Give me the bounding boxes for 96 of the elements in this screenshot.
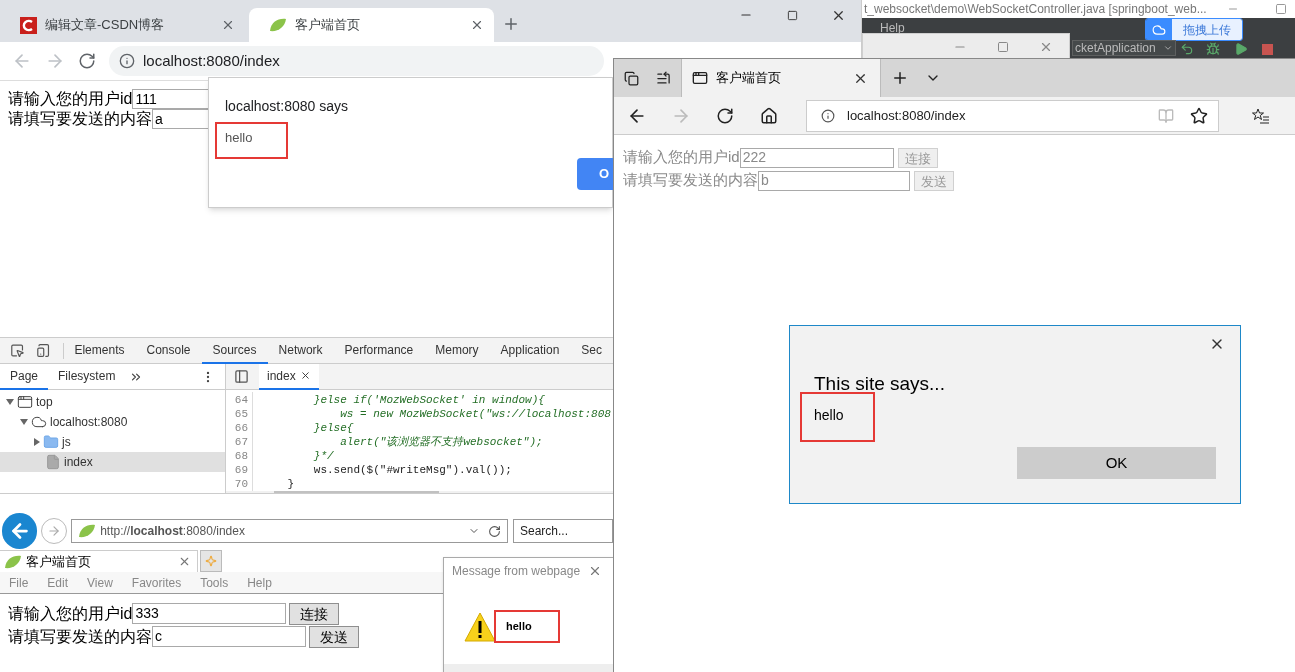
- favorite-icon[interactable]: [1190, 106, 1208, 125]
- warning-icon: [464, 611, 496, 642]
- run-config-dropdown[interactable]: cketApplication: [1072, 40, 1176, 56]
- close-icon[interactable]: [299, 370, 311, 381]
- navigator-tab[interactable]: Filesystem: [48, 363, 126, 390]
- devtools-tab[interactable]: Elements: [63, 338, 136, 364]
- home-icon[interactable]: [760, 106, 778, 125]
- bug-icon[interactable]: [1206, 42, 1220, 56]
- leaf-icon: [269, 18, 287, 32]
- devtools-tab[interactable]: Network: [267, 338, 334, 364]
- alert-message: hello: [494, 610, 560, 643]
- code-line: alert("该浏览器不支持websocket");: [339, 434, 543, 450]
- alert-message: hello: [800, 392, 875, 442]
- code-line: }: [286, 476, 294, 492]
- forward-icon: [47, 524, 62, 538]
- alert-message: hello: [215, 122, 288, 159]
- info-icon: [119, 53, 135, 69]
- close-icon[interactable]: [470, 18, 484, 32]
- file-icon: [45, 454, 61, 470]
- field-label: 请填写要发送的内容: [8, 626, 152, 647]
- field-label: 请填写要发送的内容: [623, 170, 758, 191]
- back-button[interactable]: [2, 513, 38, 549]
- upload-button[interactable]: 拖拽上传: [1145, 18, 1243, 41]
- address-bar[interactable]: localhost:8080/index: [806, 99, 1219, 132]
- code-line: }else{: [312, 420, 354, 436]
- tabs-aside-icon[interactable]: [624, 70, 639, 86]
- line-number: 64: [226, 391, 253, 409]
- ok-button[interactable]: O: [577, 158, 614, 190]
- refresh-icon[interactable]: [716, 106, 734, 125]
- devtools-tab[interactable]: Sec: [570, 338, 613, 364]
- code-line: ws.send($("#writeMsg").val());: [312, 462, 512, 478]
- run-icon[interactable]: [1234, 42, 1248, 56]
- leaf-icon: [4, 554, 22, 569]
- refresh-icon[interactable]: [488, 524, 501, 538]
- folder-icon: [43, 434, 59, 450]
- tree-item[interactable]: localhost:8080: [0, 412, 225, 432]
- address-bar[interactable]: http://localhost:8080/index: [71, 519, 508, 543]
- caret-icon: [1163, 43, 1173, 53]
- cloud-icon: [31, 414, 47, 430]
- browser-tab[interactable]: 编辑文章-CSDN博客: [0, 8, 245, 42]
- cloud-icon: [1152, 22, 1166, 37]
- devtools-tab[interactable]: Memory: [424, 338, 490, 364]
- devtools-tab[interactable]: Console: [135, 338, 202, 364]
- text-field[interactable]: 222: [739, 147, 894, 168]
- new-tab-icon[interactable]: [502, 15, 520, 33]
- navigator-tab[interactable]: Page: [0, 363, 49, 390]
- code-line: }*/: [312, 448, 334, 464]
- maximize-icon[interactable]: [1274, 3, 1287, 15]
- reload-icon[interactable]: [78, 52, 96, 70]
- text-field[interactable]: c: [152, 626, 306, 647]
- editor-tab[interactable]: index: [259, 363, 319, 390]
- devtools-tab[interactable]: Performance: [333, 338, 425, 364]
- tree-item[interactable]: top: [0, 392, 225, 412]
- csdn-logo-icon: [20, 16, 37, 34]
- inspect-icon[interactable]: [10, 343, 25, 358]
- info-icon: [821, 108, 835, 123]
- dialog-title: Message from webpage: [452, 563, 581, 580]
- browser-tab[interactable]: 客户端首页: [249, 8, 494, 42]
- leaf-icon: [78, 524, 97, 538]
- expanded-arrow-icon: [20, 419, 28, 425]
- new-tab-icon: [205, 555, 217, 567]
- field-label: 请输入您的用户id: [8, 603, 133, 624]
- set-aside-icon[interactable]: [656, 70, 671, 86]
- search-field[interactable]: Search...: [513, 519, 613, 543]
- text-field[interactable]: 333: [132, 603, 287, 624]
- maximize-icon[interactable]: [997, 40, 1009, 53]
- browser-tab[interactable]: 客户端首页: [681, 59, 881, 97]
- favorites-list-icon[interactable]: [1252, 107, 1270, 124]
- form-button[interactable]: 连接: [289, 602, 340, 625]
- sidebar-toggle-icon[interactable]: [234, 369, 249, 384]
- line-number: 67: [226, 433, 253, 451]
- field-label: 请输入您的用户id: [8, 89, 133, 109]
- devtools-tab[interactable]: Application: [489, 338, 571, 364]
- line-number: 69: [226, 461, 253, 479]
- field-label: 请输入您的用户id: [623, 147, 740, 168]
- form-button[interactable]: 发送: [309, 625, 359, 648]
- expanded-arrow-icon: [6, 399, 14, 405]
- address-bar[interactable]: localhost:8080/index: [109, 46, 604, 76]
- ok-button[interactable]: OK: [1017, 447, 1216, 479]
- rerun-icon[interactable]: [1180, 42, 1194, 56]
- code-line: ws = new MozWebSocket("ws://localhost:808: [339, 406, 611, 422]
- new-tab-icon[interactable]: [891, 69, 909, 87]
- maximize-icon[interactable]: [787, 9, 798, 21]
- browser-tab[interactable]: 客户端首页: [0, 550, 198, 572]
- code-line: }else if('MozWebSocket' in window){: [312, 392, 545, 408]
- device-icon[interactable]: [36, 343, 51, 358]
- line-number: 68: [226, 447, 253, 465]
- tree-item[interactable]: index: [0, 452, 225, 472]
- menu-item[interactable]: Help: [880, 19, 905, 37]
- page-icon: [692, 70, 708, 86]
- window-icon: [17, 394, 33, 410]
- line-number: 66: [226, 419, 253, 437]
- field-label: 请填写要发送的内容: [8, 109, 152, 129]
- tree-item[interactable]: js: [0, 432, 225, 452]
- line-number: 65: [226, 405, 253, 423]
- window-title: t_websocket\demo\WebSocketController.java [springboot_web...: [863, 1, 1207, 18]
